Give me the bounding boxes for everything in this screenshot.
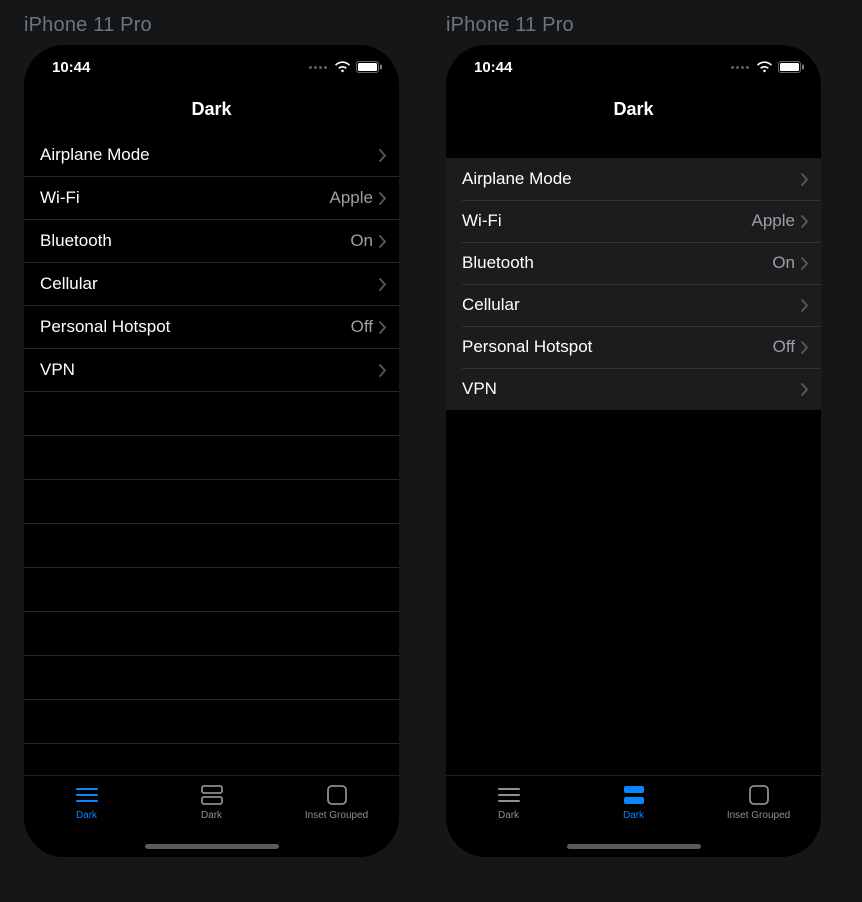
row-label: Wi-Fi	[40, 188, 330, 208]
phone-frame: 10:44 Dark Airplane Mode	[24, 45, 399, 857]
row-cellular[interactable]: Cellular	[24, 263, 399, 306]
row-value: Off	[773, 337, 795, 357]
row-personal-hotspot[interactable]: Personal Hotspot Off	[446, 326, 821, 368]
row-label: Wi-Fi	[462, 211, 752, 231]
row-value: Apple	[330, 188, 373, 208]
tab-bar: Dark Dark Inset Grouped	[24, 775, 399, 857]
chevron-right-icon	[801, 257, 809, 270]
phone-frame: 10:44 Dark Airplane Mode	[446, 45, 821, 857]
list-item	[24, 656, 399, 700]
row-label: Airplane Mode	[40, 145, 373, 165]
plain-list-icon	[75, 783, 99, 807]
tab-bar: Dark Dark Inset Grouped	[446, 775, 821, 857]
status-icons	[309, 61, 383, 73]
cellular-dots-icon	[731, 66, 749, 69]
chevron-right-icon	[379, 278, 387, 291]
list-item	[24, 436, 399, 480]
home-indicator[interactable]	[145, 844, 279, 849]
list-item	[24, 568, 399, 612]
page-title: Dark	[446, 89, 821, 134]
device-label: iPhone 11 Pro	[24, 14, 416, 37]
chevron-right-icon	[801, 341, 809, 354]
chevron-right-icon	[379, 149, 387, 162]
tab-label: Dark	[623, 810, 644, 821]
row-bluetooth[interactable]: Bluetooth On	[24, 220, 399, 263]
status-bar: 10:44	[446, 45, 821, 89]
chevron-right-icon	[801, 383, 809, 396]
chevron-right-icon	[379, 192, 387, 205]
settings-list: Airplane Mode Wi-Fi Apple Bluetooth On C…	[446, 158, 821, 410]
tab-label: Dark	[76, 810, 97, 821]
row-label: Personal Hotspot	[40, 317, 351, 337]
chevron-right-icon	[801, 173, 809, 186]
row-label: Bluetooth	[40, 231, 350, 251]
row-personal-hotspot[interactable]: Personal Hotspot Off	[24, 306, 399, 349]
list-item	[24, 612, 399, 656]
tab-label: Inset Grouped	[727, 810, 790, 821]
inset-grouped-icon	[748, 783, 770, 807]
battery-icon	[778, 61, 805, 73]
grouped-list-icon	[622, 783, 646, 807]
list-item	[24, 524, 399, 568]
row-label: VPN	[462, 379, 795, 399]
home-indicator[interactable]	[567, 844, 701, 849]
row-label: Airplane Mode	[462, 169, 795, 189]
inset-grouped-icon	[326, 783, 348, 807]
wifi-icon	[756, 61, 773, 73]
row-label: Cellular	[462, 295, 795, 315]
row-label: Personal Hotspot	[462, 337, 773, 357]
wifi-icon	[334, 61, 351, 73]
row-cellular[interactable]: Cellular	[446, 284, 821, 326]
list-item	[24, 700, 399, 744]
row-label: VPN	[40, 360, 373, 380]
cellular-dots-icon	[309, 66, 327, 69]
row-wifi[interactable]: Wi-Fi Apple	[24, 177, 399, 220]
device-label: iPhone 11 Pro	[446, 14, 838, 37]
chevron-right-icon	[379, 235, 387, 248]
settings-list: Airplane Mode Wi-Fi Apple Bluetooth On C…	[24, 134, 399, 744]
tab-label: Inset Grouped	[305, 810, 368, 821]
row-vpn[interactable]: VPN	[24, 349, 399, 392]
tab-inset-grouped[interactable]: Inset Grouped	[696, 776, 821, 857]
row-vpn[interactable]: VPN	[446, 368, 821, 410]
status-clock: 10:44	[474, 59, 512, 76]
row-airplane-mode[interactable]: Airplane Mode	[446, 158, 821, 200]
list-item	[24, 392, 399, 436]
chevron-right-icon	[801, 299, 809, 312]
row-wifi[interactable]: Wi-Fi Apple	[446, 200, 821, 242]
battery-icon	[356, 61, 383, 73]
status-clock: 10:44	[52, 59, 90, 76]
status-icons	[731, 61, 805, 73]
tab-plain[interactable]: Dark	[446, 776, 571, 857]
chevron-right-icon	[801, 215, 809, 228]
page-title: Dark	[24, 89, 399, 134]
tab-inset-grouped[interactable]: Inset Grouped	[274, 776, 399, 857]
row-value: Off	[351, 317, 373, 337]
row-bluetooth[interactable]: Bluetooth On	[446, 242, 821, 284]
row-label: Cellular	[40, 274, 373, 294]
row-label: Bluetooth	[462, 253, 772, 273]
tab-label: Dark	[498, 810, 519, 821]
grouped-list-icon	[200, 783, 224, 807]
chevron-right-icon	[379, 364, 387, 377]
row-value: On	[350, 231, 373, 251]
tab-plain[interactable]: Dark	[24, 776, 149, 857]
status-bar: 10:44	[24, 45, 399, 89]
tab-label: Dark	[201, 810, 222, 821]
plain-list-icon	[497, 783, 521, 807]
row-airplane-mode[interactable]: Airplane Mode	[24, 134, 399, 177]
list-item	[24, 480, 399, 524]
row-value: On	[772, 253, 795, 273]
row-value: Apple	[752, 211, 795, 231]
chevron-right-icon	[379, 321, 387, 334]
